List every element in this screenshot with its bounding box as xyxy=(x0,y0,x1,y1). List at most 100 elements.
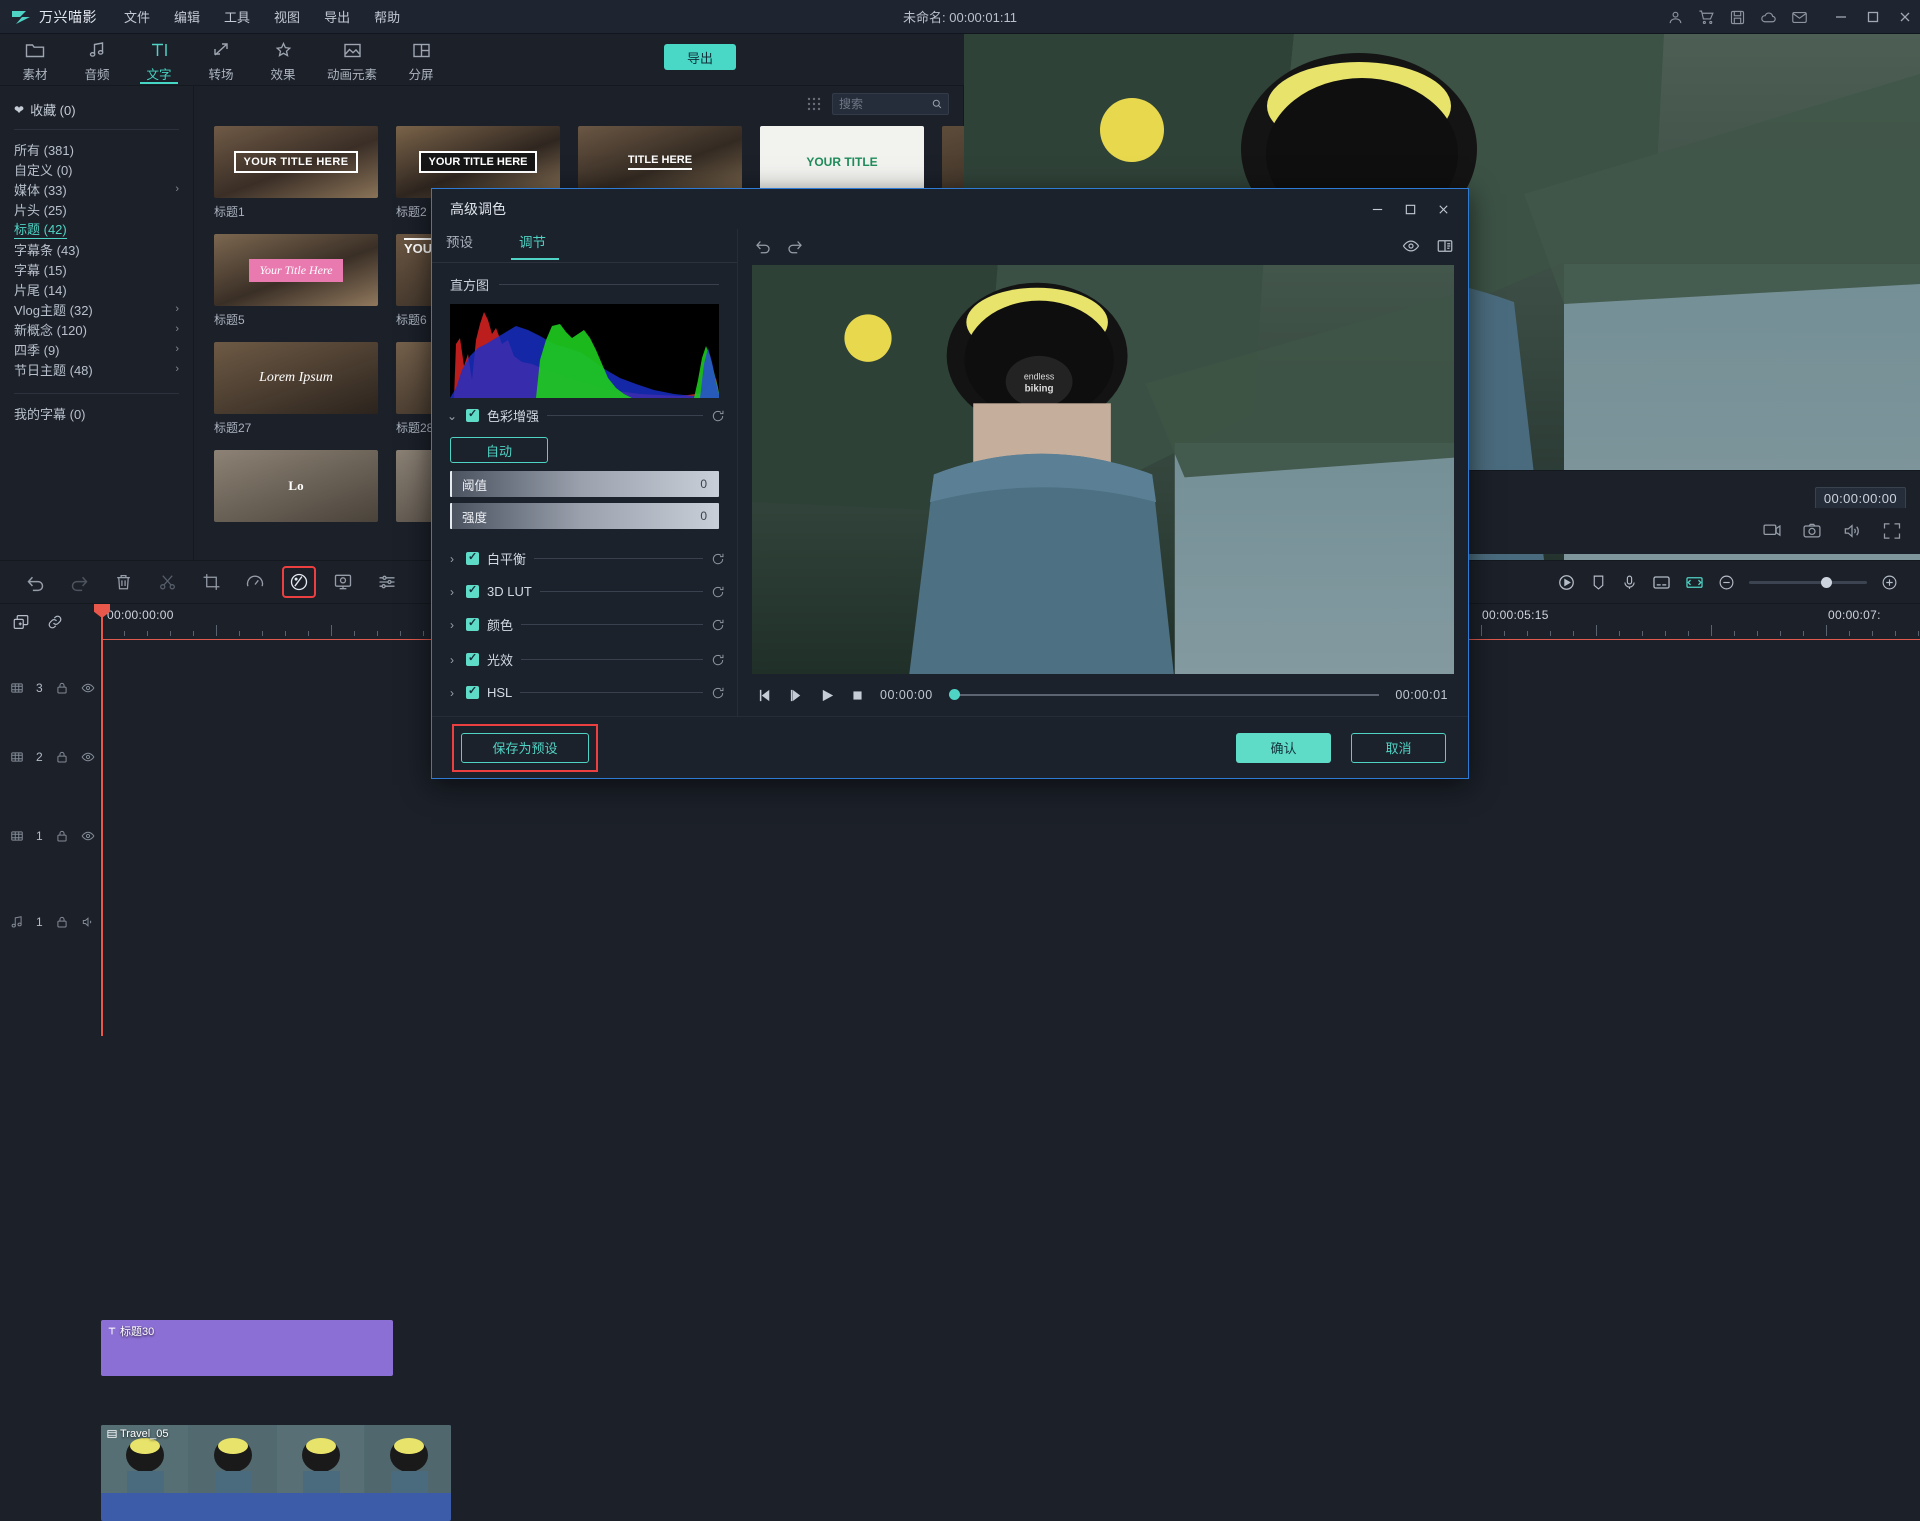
sidebar-item-vlog-theme[interactable]: Vlog主题 (32) › xyxy=(0,299,193,319)
fullscreen-icon[interactable] xyxy=(1882,521,1902,541)
template-cell[interactable]: YOUR TITLE HERE 标题1 xyxy=(214,126,378,220)
tab-effects[interactable]: 效果 xyxy=(252,36,314,83)
template-thumbnail[interactable]: Lorem Ipsum xyxy=(214,342,378,414)
preview-timecode[interactable]: 00:00:00:00 xyxy=(1815,487,1906,510)
eye-icon[interactable] xyxy=(81,750,95,764)
tab-text[interactable]: 文字 xyxy=(128,36,190,83)
checkbox-3d-lut[interactable] xyxy=(466,585,479,598)
close-icon[interactable] xyxy=(1437,203,1450,216)
redo-icon[interactable] xyxy=(64,568,94,596)
chevron-right-icon[interactable]: › xyxy=(446,552,458,566)
scrubber-knob[interactable] xyxy=(949,689,960,700)
stop-icon[interactable] xyxy=(851,689,864,702)
undo-icon[interactable] xyxy=(20,568,50,596)
chevron-right-icon[interactable]: › xyxy=(446,618,458,632)
sidebar-item-all[interactable]: 所有 (381) xyxy=(0,139,193,159)
marker-icon[interactable] xyxy=(1590,573,1607,592)
reset-icon[interactable] xyxy=(711,653,725,667)
chevron-right-icon[interactable]: › xyxy=(446,653,458,667)
sidebar-item-holiday-theme[interactable]: 节日主题 (48) › xyxy=(0,359,193,379)
mail-icon[interactable] xyxy=(1791,9,1808,26)
render-icon[interactable] xyxy=(1557,573,1576,592)
minimize-icon[interactable] xyxy=(1371,203,1384,216)
template-thumbnail[interactable]: Your Title Here xyxy=(214,234,378,306)
zoom-slider[interactable] xyxy=(1749,581,1867,584)
next-frame-icon[interactable] xyxy=(789,688,804,703)
menu-item-view[interactable]: 视图 xyxy=(263,2,311,31)
scissors-icon[interactable] xyxy=(152,568,182,596)
crop-icon[interactable] xyxy=(196,568,226,596)
mic-icon[interactable] xyxy=(1621,573,1638,592)
grid-view-icon[interactable] xyxy=(806,96,822,112)
clip-title30[interactable]: 标题30 xyxy=(101,1320,393,1376)
delete-icon[interactable] xyxy=(108,568,138,596)
checkbox-color[interactable] xyxy=(466,618,479,631)
tab-split-screen[interactable]: 分屏 xyxy=(390,36,452,83)
group-white-balance[interactable]: › 白平衡 xyxy=(432,535,737,576)
lock-icon[interactable] xyxy=(55,681,69,695)
zoom-slider-knob[interactable] xyxy=(1821,577,1832,588)
cancel-button[interactable]: 取消 xyxy=(1351,733,1446,763)
close-icon[interactable] xyxy=(1898,10,1912,24)
lock-icon[interactable] xyxy=(55,915,69,929)
lock-icon[interactable] xyxy=(55,829,69,843)
sidebar-item-media[interactable]: 媒体 (33) › xyxy=(0,179,193,199)
speed-icon[interactable] xyxy=(240,568,270,596)
volume-icon[interactable] xyxy=(1842,521,1862,541)
snapshot-icon[interactable] xyxy=(1762,521,1782,541)
play-icon[interactable] xyxy=(820,688,835,703)
reset-icon[interactable] xyxy=(711,585,725,599)
template-cell[interactable]: Lorem Ipsum 标题27 xyxy=(214,342,378,436)
tab-animation-elements[interactable]: 动画元素 xyxy=(314,36,390,83)
subtitle-icon[interactable] xyxy=(1652,573,1671,592)
export-button[interactable]: 导出 xyxy=(664,44,736,70)
slider-threshold[interactable]: 阈值 0 xyxy=(450,471,719,497)
adjust-icon[interactable] xyxy=(372,568,402,596)
checkbox-white-balance[interactable] xyxy=(466,552,479,565)
prev-frame-icon[interactable] xyxy=(758,688,773,703)
cart-icon[interactable] xyxy=(1698,9,1715,26)
maximize-icon[interactable] xyxy=(1404,203,1417,216)
tab-presets[interactable]: 预设 xyxy=(446,231,473,260)
slider-intensity[interactable]: 强度 0 xyxy=(450,503,719,529)
auto-button[interactable]: 自动 xyxy=(450,437,548,463)
search-icon[interactable] xyxy=(932,98,942,110)
playback-scrubber[interactable] xyxy=(949,694,1380,696)
sidebar-item-new-concept[interactable]: 新概念 (120) › xyxy=(0,319,193,339)
link-icon[interactable] xyxy=(46,613,64,631)
chevron-right-icon[interactable]: › xyxy=(446,585,458,599)
template-thumbnail[interactable]: YOUR TITLE HERE xyxy=(214,126,378,198)
save-icon[interactable] xyxy=(1729,9,1746,26)
checkbox-hsl[interactable] xyxy=(466,686,479,699)
group-color[interactable]: › 颜色 xyxy=(432,607,737,642)
sidebar-item-subtitle[interactable]: 字幕 (15) xyxy=(0,259,193,279)
template-thumbnail[interactable]: Lo xyxy=(214,450,378,522)
save-preset-button[interactable]: 保存为预设 xyxy=(461,733,589,763)
search-input[interactable] xyxy=(839,97,927,111)
green-screen-icon[interactable] xyxy=(328,568,358,596)
menu-item-help[interactable]: 帮助 xyxy=(363,2,411,31)
undo-icon[interactable] xyxy=(754,237,772,255)
tab-adjust[interactable]: 调节 xyxy=(519,231,546,260)
color-palette-icon[interactable] xyxy=(284,568,314,596)
chevron-right-icon[interactable]: › xyxy=(446,686,458,700)
reset-icon[interactable] xyxy=(711,552,725,566)
group-3d-lut[interactable]: › 3D LUT xyxy=(432,576,737,607)
playhead[interactable] xyxy=(101,604,103,1036)
confirm-button[interactable]: 确认 xyxy=(1236,733,1331,763)
menu-item-export[interactable]: 导出 xyxy=(313,2,361,31)
sidebar-item-my-subtitles[interactable]: 我的字幕 (0) xyxy=(0,403,193,423)
minimize-icon[interactable] xyxy=(1834,10,1848,24)
account-icon[interactable] xyxy=(1667,9,1684,26)
lock-icon[interactable] xyxy=(55,750,69,764)
sidebar-item-subtitle-bar[interactable]: 字幕条 (43) xyxy=(0,239,193,259)
sidebar-item-outro[interactable]: 片尾 (14) xyxy=(0,279,193,299)
sidebar-item-intro[interactable]: 片头 (25) xyxy=(0,199,193,219)
sidebar-item-custom[interactable]: 自定义 (0) xyxy=(0,159,193,179)
reset-icon[interactable] xyxy=(711,618,725,632)
eye-icon[interactable] xyxy=(1402,237,1420,255)
compare-icon[interactable] xyxy=(1436,237,1454,255)
tab-media[interactable]: 素材 xyxy=(4,36,66,83)
reset-icon[interactable] xyxy=(711,409,725,423)
cloud-icon[interactable] xyxy=(1760,9,1777,26)
